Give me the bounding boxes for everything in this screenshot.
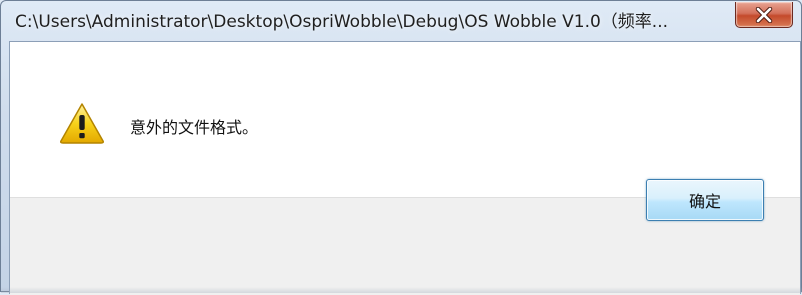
- close-icon: [755, 6, 773, 23]
- window-title: C:\Users\Administrator\Desktop\OspriWobb…: [15, 12, 669, 32]
- close-button[interactable]: [735, 2, 793, 28]
- dialog-client-area: 意外的文件格式。: [9, 41, 801, 295]
- window-bottom-edge: [1, 287, 802, 293]
- title-bar[interactable]: C:\Users\Administrator\Desktop\OspriWobb…: [1, 1, 801, 41]
- ok-button[interactable]: 确定: [646, 179, 764, 221]
- warning-icon: [60, 103, 104, 144]
- message-area: 意外的文件格式。: [10, 42, 800, 197]
- message-text: 意外的文件格式。: [130, 118, 259, 137]
- message-box-window: C:\Users\Administrator\Desktop\OspriWobb…: [0, 0, 802, 295]
